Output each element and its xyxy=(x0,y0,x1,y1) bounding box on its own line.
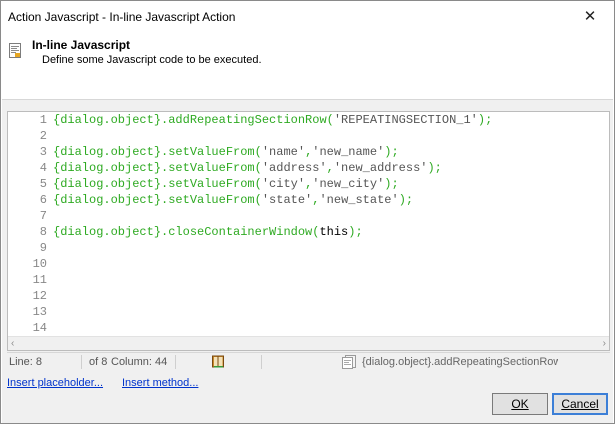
code-token: ); xyxy=(348,225,363,239)
code-token: {dialog.object}.closeContainerWindow( xyxy=(53,225,320,239)
status-divider xyxy=(261,355,262,369)
ok-button[interactable]: OK xyxy=(492,393,548,415)
code-editor[interactable]: 1 {dialog.object}.addRepeatingSectionRow(… xyxy=(7,111,610,351)
code-token: , xyxy=(326,161,334,175)
line-number: 6 xyxy=(39,193,47,207)
code-line[interactable]: 1 {dialog.object}.addRepeatingSectionRow(… xyxy=(8,112,608,128)
dialog-window: Action Javascript - In-line Javascript A… xyxy=(0,0,615,424)
book-icon[interactable] xyxy=(212,355,224,368)
line-number: 9 xyxy=(39,241,47,255)
code-line[interactable]: 13 xyxy=(8,304,608,320)
code-text[interactable]: {dialog.object}.setValueFrom('name','new… xyxy=(53,144,399,160)
function-list-icon xyxy=(342,355,356,369)
line-number: 2 xyxy=(39,129,47,143)
line-number: 3 xyxy=(39,145,47,159)
line-number: 7 xyxy=(39,209,47,223)
code-token: ); xyxy=(384,177,399,191)
code-line[interactable]: 7 xyxy=(8,208,608,224)
line-number: 10 xyxy=(32,257,47,271)
code-line[interactable]: 12 xyxy=(8,288,608,304)
insert-method-link[interactable]: Insert method... xyxy=(122,377,198,389)
code-token: {dialog.object}.setValueFrom( xyxy=(53,177,262,191)
line-number: 5 xyxy=(39,177,47,191)
code-token: ); xyxy=(384,145,399,159)
close-button[interactable]: ✕ xyxy=(568,1,612,31)
code-line[interactable]: 9 xyxy=(8,240,608,256)
line-number: 11 xyxy=(32,273,47,287)
code-token: ); xyxy=(427,161,442,175)
status-divider xyxy=(175,355,176,369)
ok-button-label: OK xyxy=(511,397,529,411)
code-token: ); xyxy=(477,113,493,127)
code-line[interactable]: 8 {dialog.object}.closeContainerWindow(th… xyxy=(8,224,608,240)
status-column: Column: 44 xyxy=(111,356,168,368)
line-number: 14 xyxy=(32,321,47,335)
code-token: ); xyxy=(398,193,414,207)
insert-placeholder-link[interactable]: Insert placeholder... xyxy=(7,377,103,389)
line-number: 12 xyxy=(32,289,47,303)
scroll-right-icon[interactable]: › xyxy=(603,338,606,349)
code-text[interactable]: {dialog.object}.setValueFrom('city','new… xyxy=(53,176,399,192)
code-token: {dialog.object}.setValueFrom( xyxy=(53,193,262,207)
code-text[interactable]: {dialog.object}.setValueFrom('address','… xyxy=(53,160,442,176)
code-token: 'new_address' xyxy=(333,161,428,175)
code-token: 'state' xyxy=(261,193,313,207)
code-line[interactable]: 14 xyxy=(8,320,608,336)
cancel-button-label: Cancel xyxy=(561,397,599,411)
code-line[interactable]: 6 {dialog.object}.setValueFrom('state','n… xyxy=(8,192,608,208)
code-line[interactable]: 5 {dialog.object}.setValueFrom('city','ne… xyxy=(8,176,608,192)
status-function-name: {dialog.object}.addRepeatingSectionRow xyxy=(362,356,558,368)
code-token: {dialog.object}.addRepeatingSectionRow( xyxy=(53,113,334,127)
line-number: 1 xyxy=(39,113,47,127)
code-line[interactable]: 4 {dialog.object}.setValueFrom('address',… xyxy=(8,160,608,176)
line-number: 8 xyxy=(39,225,47,239)
code-token: 'new_state' xyxy=(319,193,399,207)
code-token: 'name' xyxy=(261,145,306,159)
cancel-button[interactable]: Cancel xyxy=(552,393,608,415)
status-line-count: of 8 xyxy=(89,356,108,368)
code-token: this xyxy=(319,225,349,239)
editor-status-bar: Line: 8 of 8 Column: 44 {dialog.object}.… xyxy=(7,352,610,370)
code-text[interactable]: {dialog.object}.addRepeatingSectionRow('… xyxy=(53,112,492,128)
code-token: 'city' xyxy=(261,177,306,191)
code-line[interactable]: 2 xyxy=(8,128,608,144)
horizontal-scrollbar[interactable]: ‹ › xyxy=(8,336,609,350)
status-divider xyxy=(81,355,82,369)
code-line[interactable]: 11 xyxy=(8,272,608,288)
code-text[interactable]: {dialog.object}.closeContainerWindow(thi… xyxy=(53,224,363,240)
code-token: 'REPEATINGSECTION_1' xyxy=(333,113,478,127)
code-token: 'new_name' xyxy=(312,145,385,159)
script-document-icon xyxy=(9,43,21,58)
code-line[interactable]: 10 xyxy=(8,256,608,272)
code-token: 'new_city' xyxy=(312,177,385,191)
window-title: Action Javascript - In-line Javascript A… xyxy=(8,10,236,24)
code-token: 'address' xyxy=(261,161,327,175)
scroll-left-icon[interactable]: ‹ xyxy=(11,338,14,349)
code-text[interactable]: {dialog.object}.setValueFrom('state','ne… xyxy=(53,192,413,208)
code-token: {dialog.object}.setValueFrom( xyxy=(53,145,262,159)
status-line: Line: 8 xyxy=(9,356,43,368)
code-token: {dialog.object}.setValueFrom( xyxy=(53,161,262,175)
header-subtitle: Define some Javascript code to be execut… xyxy=(42,54,262,66)
line-number: 13 xyxy=(32,305,47,319)
header-title: In-line Javascript xyxy=(32,38,131,52)
code-line[interactable]: 3 {dialog.object}.setValueFrom('name','ne… xyxy=(8,144,608,160)
title-bar[interactable]: Action Javascript - In-line Javascript A… xyxy=(1,1,614,33)
line-number: 4 xyxy=(39,161,47,175)
